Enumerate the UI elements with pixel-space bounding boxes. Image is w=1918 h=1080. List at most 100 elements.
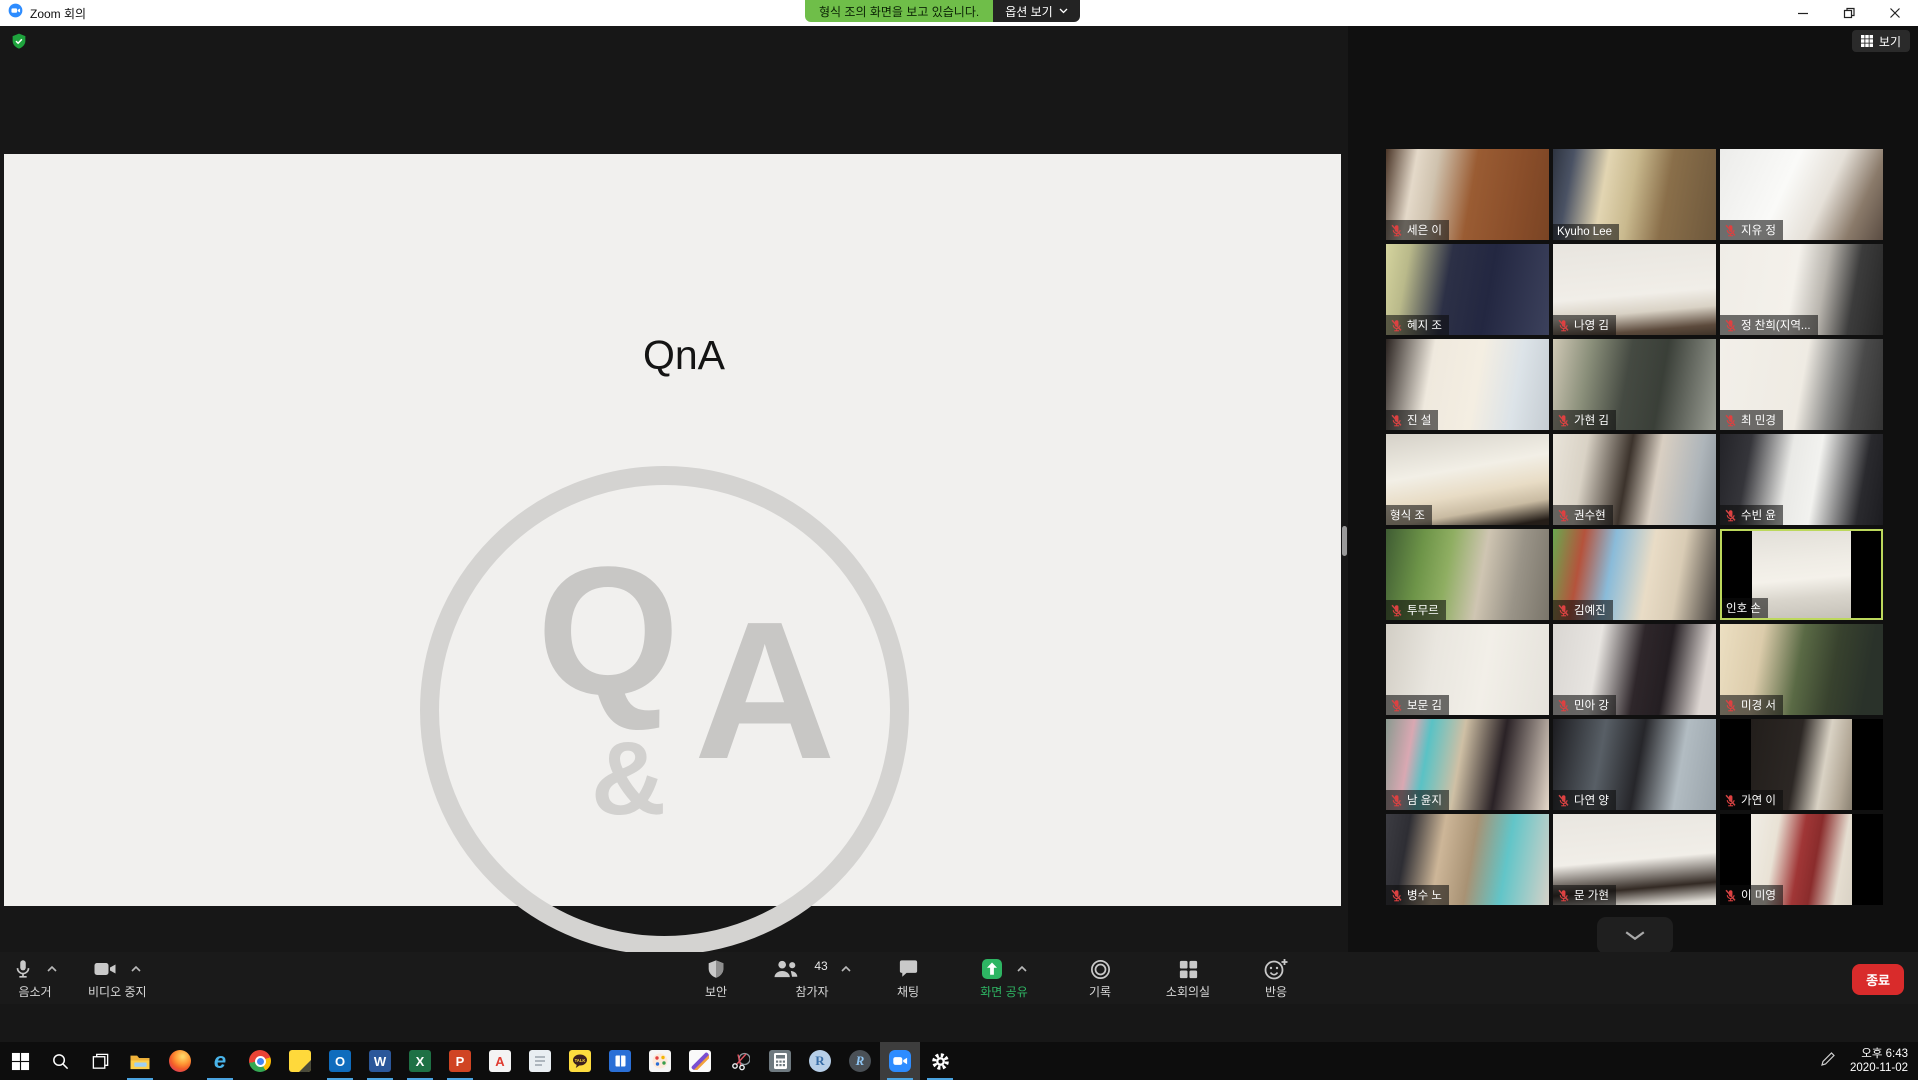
zoom-toolbar: 음소거 비디오 중지 보안 43 (0, 952, 1918, 1004)
qa-logo-letter-a: A (694, 593, 836, 789)
window-title: Zoom 회의 (30, 5, 86, 22)
collapse-grid-button[interactable] (1597, 917, 1673, 954)
chevron-up-icon[interactable] (130, 965, 142, 973)
notepad-icon[interactable] (520, 1042, 560, 1080)
breakout-rooms-button[interactable]: 소회의실 (1144, 952, 1232, 1004)
chevron-up-icon[interactable] (840, 965, 852, 973)
reactions-button[interactable]: 반응 (1232, 952, 1320, 1004)
participant-nameplate: 수빈 윤 (1720, 505, 1783, 525)
restore-button[interactable] (1826, 0, 1872, 26)
muted-mic-icon (1390, 889, 1403, 902)
paint-palette-icon[interactable] (640, 1042, 680, 1080)
chevron-up-icon[interactable] (46, 965, 58, 973)
participant-tile[interactable]: 수빈 윤 (1720, 434, 1883, 525)
participant-tile[interactable]: 지유 정 (1720, 149, 1883, 240)
excel-icon[interactable]: X (400, 1042, 440, 1080)
search-icon[interactable] (40, 1042, 80, 1080)
chat-button[interactable]: 채팅 (864, 952, 952, 1004)
participant-tile[interactable]: 미경 서 (1720, 624, 1883, 715)
zoom-app-icon[interactable] (880, 1042, 920, 1080)
participant-tile[interactable]: 가현 김 (1553, 339, 1716, 430)
powerpoint-icon[interactable]: P (440, 1042, 480, 1080)
taskbar-clock[interactable]: 오후 6:43 2020-11-02 (1850, 1047, 1908, 1075)
windows-ink-pen-icon[interactable] (1820, 1051, 1836, 1072)
file-explorer-icon[interactable] (120, 1042, 160, 1080)
chrome-icon[interactable] (240, 1042, 280, 1080)
participant-name: 혜지 조 (1407, 317, 1442, 333)
internet-explorer-icon[interactable]: e (200, 1042, 240, 1080)
acrobat-pdf-icon[interactable]: A (480, 1042, 520, 1080)
security-button[interactable]: 보안 (672, 952, 760, 1004)
task-view-icon[interactable] (80, 1042, 120, 1080)
firefox-icon[interactable] (160, 1042, 200, 1080)
record-button[interactable]: 기록 (1056, 952, 1144, 1004)
participant-tile[interactable]: Kyuho Lee (1553, 149, 1716, 240)
close-button[interactable] (1872, 0, 1918, 26)
outlook-icon[interactable]: O (320, 1042, 360, 1080)
participant-tile[interactable]: 혜지 조 (1386, 244, 1549, 335)
muted-mic-icon (1390, 794, 1403, 807)
microphone-icon (12, 957, 34, 981)
share-screen-button[interactable]: 화면 공유 (952, 952, 1056, 1004)
view-layout-button[interactable]: 보기 (1852, 30, 1910, 52)
participant-nameplate: 정 찬희(지역... (1720, 315, 1818, 335)
clock-time: 오후 6:43 (1850, 1047, 1908, 1061)
participant-tile[interactable]: 다연 양 (1553, 719, 1716, 810)
participant-name: 형식 조 (1390, 507, 1425, 523)
participant-tile[interactable]: 투무르 (1386, 529, 1549, 620)
snipping-tool-icon[interactable] (720, 1042, 760, 1080)
sticky-notes-icon[interactable] (280, 1042, 320, 1080)
muted-mic-icon (1557, 699, 1570, 712)
participant-name: 투무르 (1407, 602, 1439, 618)
participant-name: 가연 이 (1741, 792, 1776, 808)
participant-tile[interactable]: 세은 이 (1386, 149, 1549, 240)
participant-tile[interactable]: 문 가현 (1553, 814, 1716, 905)
participant-tile[interactable]: 병수 노 (1386, 814, 1549, 905)
muted-mic-icon (1557, 509, 1570, 522)
breakout-rooms-icon (1177, 958, 1200, 981)
participant-nameplate: 남 윤지 (1386, 790, 1449, 810)
mute-button[interactable]: 음소거 (12, 952, 58, 1004)
participant-name: 남 윤지 (1407, 792, 1442, 808)
participant-tile[interactable]: 정 찬희(지역... (1720, 244, 1883, 335)
calculator-icon[interactable] (760, 1042, 800, 1080)
participant-tile[interactable]: 진 설 (1386, 339, 1549, 430)
participant-tile[interactable]: 가연 이 (1720, 719, 1883, 810)
taskbar-icons: e OWXPA TALK RR (0, 1042, 960, 1080)
art-brush-icon[interactable] (680, 1042, 720, 1080)
minimize-button[interactable] (1780, 0, 1826, 26)
chevron-up-icon[interactable] (1016, 965, 1028, 973)
participant-tile[interactable]: 남 윤지 (1386, 719, 1549, 810)
participant-tile[interactable]: 권수현 (1553, 434, 1716, 525)
participant-tile[interactable]: 형식 조 (1386, 434, 1549, 525)
participant-tile[interactable]: 최 민경 (1720, 339, 1883, 430)
muted-mic-icon (1724, 889, 1737, 902)
stop-video-button[interactable]: 비디오 중지 (88, 952, 147, 1004)
word-icon[interactable]: W (360, 1042, 400, 1080)
end-meeting-button[interactable]: 종료 (1852, 964, 1904, 995)
participant-name: 권수현 (1574, 507, 1606, 523)
view-options-button[interactable]: 옵션 보기 (993, 0, 1080, 22)
window-titlebar: Zoom 회의 형식 조의 화면을 보고 있습니다. 옵션 보기 (0, 0, 1918, 26)
participant-tile[interactable]: 민아 강 (1553, 624, 1716, 715)
participant-name: 민아 강 (1574, 697, 1609, 713)
participant-name: 문 가현 (1574, 887, 1609, 903)
muted-mic-icon (1390, 224, 1403, 237)
participant-nameplate: 이 미영 (1720, 885, 1783, 905)
participant-tile[interactable]: 나영 김 (1553, 244, 1716, 335)
participants-button[interactable]: 43 참가자 (760, 952, 864, 1004)
participant-tile[interactable]: 이 미영 (1720, 814, 1883, 905)
participant-tile[interactable]: 인호 손 (1720, 529, 1883, 620)
r-app-icon[interactable]: R (800, 1042, 840, 1080)
muted-mic-icon (1390, 699, 1403, 712)
participant-tile[interactable]: 김예진 (1553, 529, 1716, 620)
windows-start-icon[interactable] (0, 1042, 40, 1080)
dictionary-icon[interactable] (600, 1042, 640, 1080)
participant-tile[interactable]: 보문 김 (1386, 624, 1549, 715)
rstudio-icon[interactable]: R (840, 1042, 880, 1080)
kakaotalk-icon[interactable]: TALK (560, 1042, 600, 1080)
muted-mic-icon (1390, 319, 1403, 332)
panel-resize-handle[interactable] (1342, 526, 1347, 556)
settings-icon[interactable] (920, 1042, 960, 1080)
participant-nameplate: 형식 조 (1386, 505, 1432, 525)
